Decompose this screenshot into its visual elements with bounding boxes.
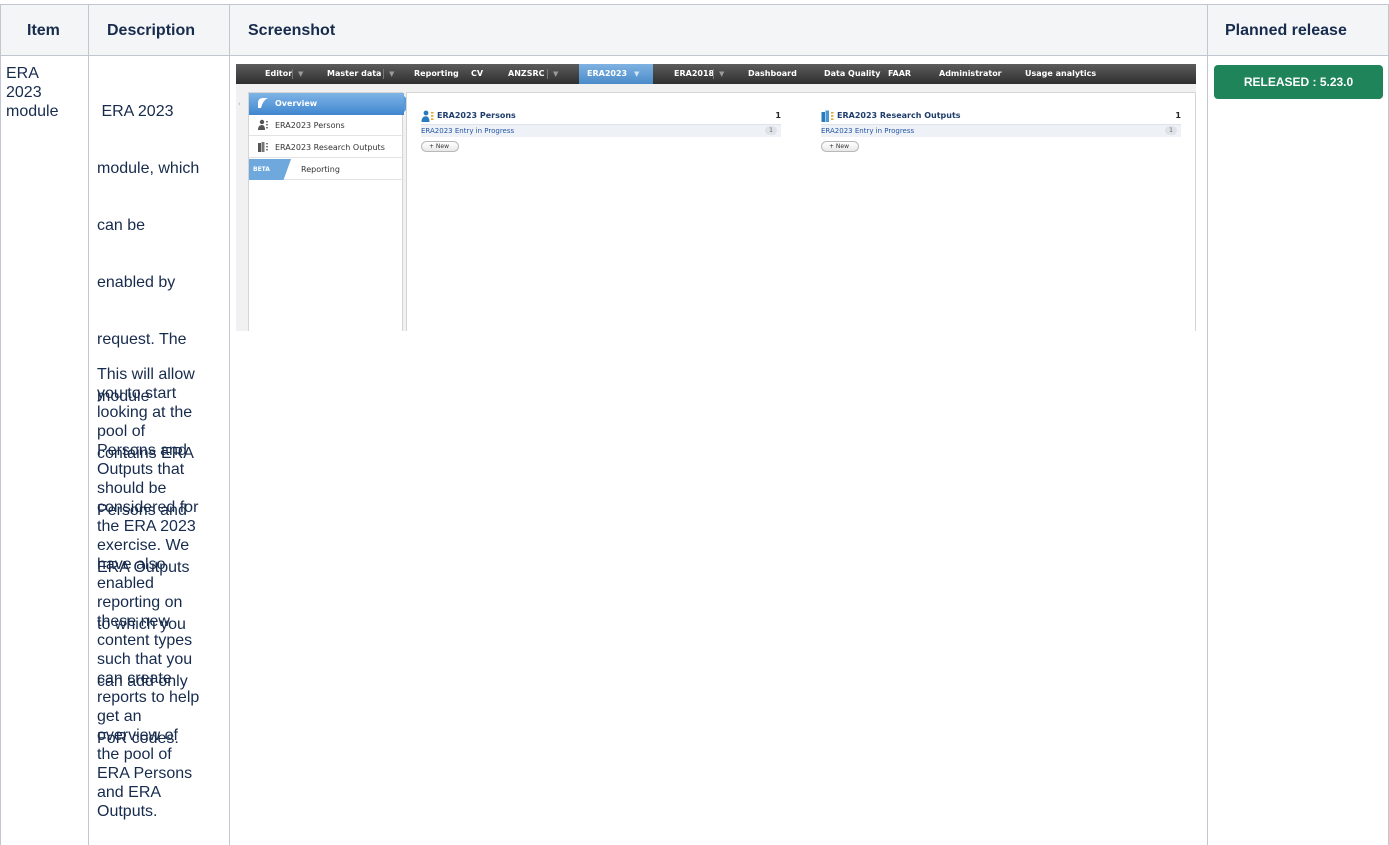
table-top-border (0, 4, 1389, 5)
count-badge: 1 (765, 126, 777, 135)
item-cell: ERA 2023 module (6, 64, 86, 121)
description-line: and ERA (97, 784, 162, 801)
description-line: the pool of (97, 746, 172, 763)
item-line: module (6, 103, 59, 120)
col-border-0 (0, 4, 1, 845)
nav-editor[interactable]: Editor (265, 64, 292, 84)
app-top-nav: Editor ▼ Master data ▼ Reporting CV ANZS… (236, 64, 1196, 84)
description-line: can create (97, 670, 172, 687)
header-description: Description (107, 22, 196, 39)
chevron-left-icon[interactable]: ‹ (238, 100, 241, 108)
description-line: get an (97, 708, 142, 725)
description-line: request. The (97, 331, 187, 348)
sidebar-item-label: ERA2023 Persons (275, 121, 345, 130)
description-paragraph-2: This will allow you to start looking at … (97, 365, 227, 821)
description-line: reports to help (97, 689, 200, 706)
nav-separator (383, 69, 384, 79)
sidebar-item-persons[interactable]: ERA2023 Persons (249, 115, 404, 136)
person-icon (258, 119, 268, 130)
status-badge: RELEASED : 5.23.0 (1214, 65, 1383, 99)
nav-separator (547, 69, 548, 79)
nav-usage-analytics[interactable]: Usage analytics (1025, 64, 1096, 84)
sidebar-item-label: ERA2023 Research Outputs (275, 143, 385, 152)
description-line: enabled (97, 575, 154, 592)
beta-badge: BETA (249, 159, 295, 180)
description-line: ERA 2023 (97, 103, 174, 120)
table-header-row (0, 4, 1389, 55)
entry-in-progress-link[interactable]: ERA2023 Entry in Progress (421, 126, 514, 137)
description-line: pool of (97, 423, 146, 440)
description-line: these new (97, 613, 170, 630)
embedded-app-screenshot: Editor ▼ Master data ▼ Reporting CV ANZS… (236, 64, 1196, 331)
sidebar-item-label: Overview (275, 99, 318, 108)
description-line: the ERA 2023 (97, 518, 196, 535)
col-border-2 (229, 4, 230, 845)
panel-count: 1 (775, 111, 781, 120)
nav-reporting[interactable]: Reporting (414, 64, 459, 84)
description-line: Outputs that (97, 461, 185, 478)
nav-cv[interactable]: CV (471, 64, 483, 84)
new-output-button[interactable]: + New (821, 141, 860, 152)
nav-separator (713, 69, 714, 79)
description-line: exercise. We (97, 537, 190, 554)
nav-faar[interactable]: FAAR (888, 64, 911, 84)
description-line: reporting on (97, 594, 183, 611)
overview-icon (258, 98, 268, 108)
nav-anzsrc[interactable]: ANZSRC (508, 64, 544, 84)
description-line: such that you (97, 651, 193, 668)
item-line: ERA (6, 65, 39, 82)
panel-count: 1 (1175, 111, 1181, 120)
col-border-3 (1207, 4, 1208, 845)
app-main-content: ERA2023 Persons 1 ERA2023 Entry in Progr… (406, 92, 1196, 331)
description-line: should be (97, 480, 167, 497)
description-line: Persons and (97, 442, 187, 459)
header-item: Item (27, 22, 60, 39)
sidebar-item-reporting[interactable]: BETA Reporting (249, 159, 404, 180)
description-line: enabled by (97, 274, 176, 291)
chevron-down-icon[interactable]: ▼ (298, 64, 303, 84)
new-person-button[interactable]: + New (421, 141, 460, 152)
description-line: ERA Persons (97, 765, 193, 782)
description-line: content types (97, 632, 193, 649)
list-item[interactable]: ERA2023 Entry in Progress 1 (421, 124, 781, 137)
item-line: 2023 (6, 84, 42, 101)
chevron-down-icon[interactable]: ▼ (389, 64, 394, 84)
description-line: can be (97, 217, 146, 234)
chevron-down-icon[interactable]: ▼ (553, 64, 558, 84)
release-notes-table: Item Description Screenshot Planned rele… (0, 0, 1389, 845)
sidebar-item-overview[interactable]: Overview (249, 93, 412, 115)
description-line: have also (97, 556, 166, 573)
description-line: This will allow (97, 366, 195, 383)
books-icon (258, 142, 268, 152)
entry-in-progress-link[interactable]: ERA2023 Entry in Progress (821, 126, 914, 137)
nav-administrator[interactable]: Administrator (939, 64, 1002, 84)
header-planned-release: Planned release (1225, 22, 1347, 39)
description-line: overview of (97, 727, 178, 744)
nav-era2018[interactable]: ERA2018 (674, 64, 714, 84)
description-line: considered for (97, 499, 199, 516)
sidebar-item-label: Reporting (301, 165, 340, 174)
chevron-down-icon[interactable]: ▼ (719, 64, 724, 84)
nav-data-quality[interactable]: Data Quality (824, 64, 880, 84)
nav-master-data[interactable]: Master data (327, 64, 381, 84)
app-sidebar: Overview ERA2023 Persons ERA2023 Researc… (248, 92, 412, 331)
list-item[interactable]: ERA2023 Entry in Progress 1 (821, 124, 1181, 137)
count-badge: 1 (1165, 126, 1177, 135)
chevron-down-icon: ▼ (634, 70, 640, 78)
panel-title[interactable]: ERA2023 Research Outputs (821, 109, 961, 123)
nav-era2023-label: ERA2023 (587, 69, 628, 78)
header-screenshot: Screenshot (248, 22, 336, 39)
nav-dashboard[interactable]: Dashboard (748, 64, 797, 84)
nav-era2023[interactable]: ERA2023 ▼ (579, 64, 653, 84)
panel-title[interactable]: ERA2023 Persons (421, 109, 516, 123)
sidebar-item-research-outputs[interactable]: ERA2023 Research Outputs (249, 137, 404, 158)
description-line: you to start (97, 385, 177, 402)
description-line: looking at the (97, 404, 193, 421)
col-border-1 (88, 4, 89, 845)
table-header-divider (0, 55, 1389, 56)
description-line: Outputs. (97, 803, 158, 820)
nav-separator (292, 69, 293, 79)
description-line: module, which (97, 160, 200, 177)
